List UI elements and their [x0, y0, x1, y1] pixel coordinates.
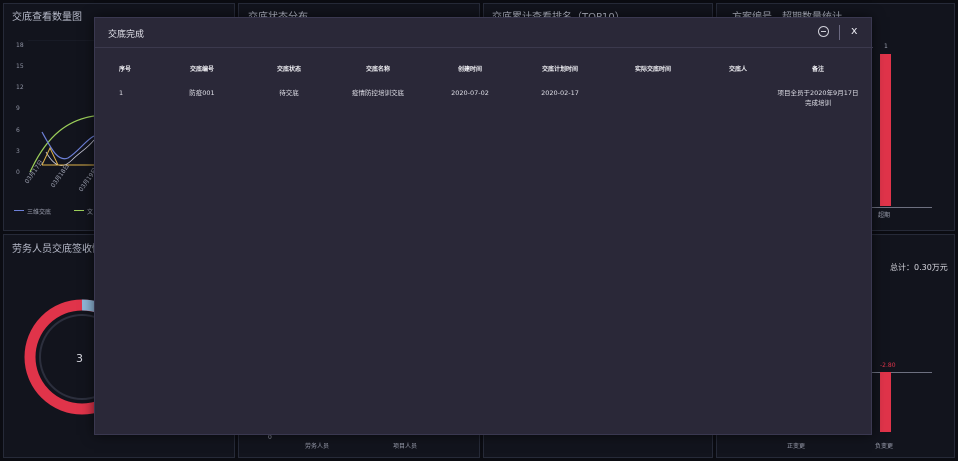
series-blue-line [41, 131, 94, 160]
cell-remark: 项目全员于2020年9月17日完成培训 [777, 89, 859, 107]
close-button[interactable]: x [851, 24, 858, 37]
negative-change-value: -2.80 [880, 362, 896, 369]
y-tick: 9 [16, 105, 20, 112]
legend-swatch-blue [14, 210, 24, 211]
y-tick: 12 [16, 84, 24, 91]
cell-handover-id: 防疫001 [189, 89, 215, 97]
negative-change-bar [880, 372, 891, 432]
bottom-zero: 0 [268, 434, 272, 441]
bottom-label: 负变更 [875, 443, 894, 450]
modal-title: 交底完成 [108, 30, 145, 40]
column-header: 备注 [811, 65, 824, 73]
legend-item: 三维交底 [27, 209, 52, 216]
overdue-bar [880, 54, 891, 206]
column-header: 交底计划时间 [541, 65, 578, 73]
table-header-row: 序号 交底编号 交底状态 交底名称 创建时间 交底计划时间 实际交底时间 交底人… [109, 58, 861, 78]
cell-person [701, 78, 775, 108]
cell-status: 待交底 [279, 89, 299, 97]
cell-created: 2020-07-02 [451, 89, 489, 97]
y-tick: 15 [16, 63, 24, 70]
handover-complete-modal: 交底完成 x 序号 交底编号 交底状态 交底名称 创建时间 交底计划时间 实际交… [94, 17, 873, 435]
cell-actual [605, 78, 701, 108]
series-white-line [45, 139, 94, 166]
panel-view-count-title: 交底查看数量图 [12, 12, 82, 23]
column-header: 交底人 [728, 65, 747, 73]
overdue-axis [872, 207, 932, 208]
table-row[interactable]: 1 防疫001 待交底 疫情防控培训交底 2020-07-02 2020-02-… [109, 78, 861, 108]
column-header: 交底名称 [365, 65, 390, 73]
cell-planned: 2020-02-17 [541, 89, 579, 97]
cell-index: 1 [119, 89, 124, 97]
y-tick: 3 [16, 148, 20, 155]
column-header: 序号 [119, 65, 132, 73]
y-tick: 18 [16, 42, 24, 49]
modal-header: 交底完成 x [95, 18, 873, 48]
bottom-label: 劳务人员 [305, 443, 330, 450]
minus-circle-icon[interactable] [818, 26, 829, 37]
cell-name: 疫情防控培训交底 [352, 89, 404, 97]
column-header: 交底编号 [189, 65, 214, 73]
handover-table: 序号 交底编号 交底状态 交底名称 创建时间 交底计划时间 实际交底时间 交底人… [109, 58, 861, 108]
legend-swatch-green [74, 210, 84, 211]
dashboard-screen: 交底查看数量图 交底状态分布 交底累计查看排名（TOP10） 方案编号 超期数量… [0, 0, 958, 461]
overdue-bar-value: 1 [884, 43, 888, 50]
legend-item: 文 [87, 209, 94, 216]
y-tick: 0 [16, 169, 20, 176]
column-header: 实际交底时间 [634, 65, 671, 73]
total-amount: 总计：0.30万元 [890, 263, 948, 272]
header-divider [839, 25, 840, 40]
column-header: 创建时间 [457, 65, 482, 73]
donut-center-value: 3 [76, 352, 83, 365]
column-header: 交底状态 [276, 65, 301, 73]
bottom-label: 项目人员 [393, 443, 418, 450]
bottom-label: 正变更 [787, 443, 806, 450]
overdue-category: 超期 [878, 212, 891, 219]
y-tick: 6 [16, 127, 20, 134]
